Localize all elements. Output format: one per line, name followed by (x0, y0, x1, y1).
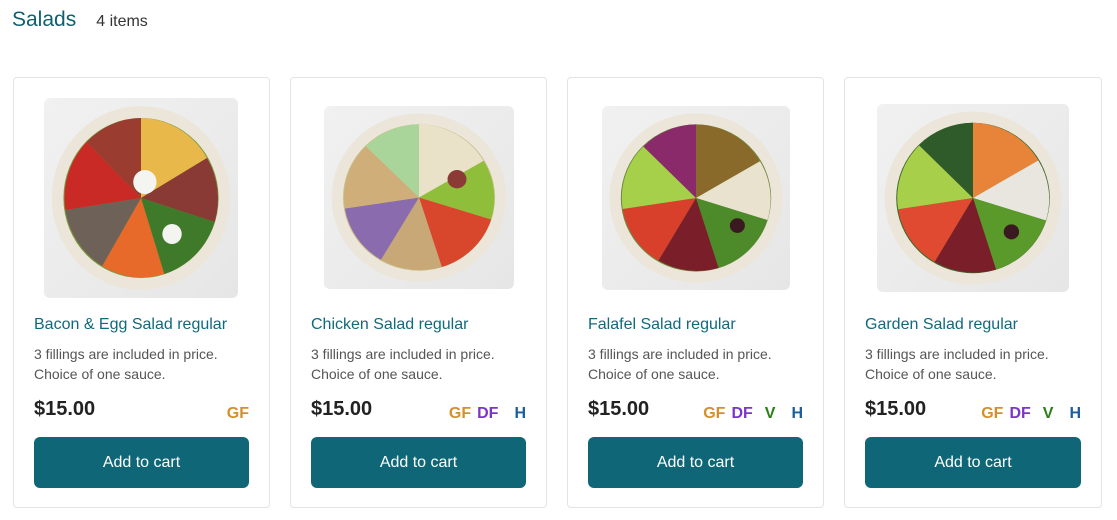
product-title[interactable]: Falafel Salad regular (588, 316, 736, 334)
add-to-cart-button[interactable]: Add to cart (34, 437, 249, 488)
product-description: 3 fillings are included in price. Choice… (311, 344, 531, 384)
badge-v: V (1042, 405, 1054, 422)
product-image[interactable] (602, 106, 790, 290)
salad-bowl-icon (884, 111, 1062, 285)
product-title[interactable]: Chicken Salad regular (311, 316, 468, 334)
badge-v: V (764, 405, 776, 422)
badge-h: H (1069, 405, 1081, 422)
product-price: $15.00 (865, 398, 927, 420)
salad-bowl-icon (609, 113, 783, 283)
dietary-badges: GF DF V H (703, 405, 803, 423)
product-price: $15.00 (588, 398, 650, 420)
product-description: 3 fillings are included in price. Choice… (34, 344, 254, 384)
description-line: 3 fillings are included in price. (34, 346, 218, 362)
badge-gf: GF (448, 405, 472, 422)
badge-df: DF (477, 405, 499, 422)
badge-gf: GF (981, 405, 1004, 422)
product-description: 3 fillings are included in price. Choice… (588, 344, 808, 384)
salad-bowl-icon (331, 113, 507, 282)
badge-h: H (514, 405, 526, 422)
description-line: 3 fillings are included in price. (311, 346, 495, 362)
description-line: Choice of one sauce. (34, 366, 166, 382)
dietary-badges: GF DF V H (981, 405, 1081, 423)
description-line: 3 fillings are included in price. (588, 346, 772, 362)
add-to-cart-button[interactable]: Add to cart (865, 437, 1081, 488)
product-card: Bacon & Egg Salad regular 3 fillings are… (13, 77, 270, 508)
product-title[interactable]: Garden Salad regular (865, 316, 1018, 334)
badge-gf: GF (226, 405, 249, 422)
product-image[interactable] (324, 106, 514, 289)
product-price: $15.00 (34, 398, 96, 420)
badge-gf: GF (703, 405, 726, 422)
section-header: Salads 4 items (12, 8, 148, 32)
add-to-cart-button[interactable]: Add to cart (588, 437, 803, 488)
salad-bowl-icon (51, 106, 231, 290)
product-card: Falafel Salad regular 3 fillings are inc… (567, 77, 824, 508)
dietary-badges: GF DF H (449, 405, 526, 423)
section-title: Salads (12, 8, 77, 31)
product-card: Garden Salad regular 3 fillings are incl… (844, 77, 1102, 508)
product-price: $15.00 (311, 398, 373, 420)
product-card: Chicken Salad regular 3 fillings are inc… (290, 77, 547, 508)
description-line: Choice of one sauce. (588, 366, 720, 382)
description-line: Choice of one sauce. (311, 366, 443, 382)
product-image[interactable] (877, 104, 1069, 292)
item-count: 4 items (96, 13, 148, 30)
badge-h: H (791, 405, 803, 422)
dietary-badges: GF (227, 405, 249, 423)
product-title[interactable]: Bacon & Egg Salad regular (34, 316, 227, 334)
badge-df: DF (1009, 405, 1031, 422)
description-line: Choice of one sauce. (865, 366, 997, 382)
add-to-cart-button[interactable]: Add to cart (311, 437, 526, 488)
description-line: 3 fillings are included in price. (865, 346, 1049, 362)
badge-df: DF (731, 405, 753, 422)
product-image[interactable] (44, 98, 238, 298)
product-description: 3 fillings are included in price. Choice… (865, 344, 1085, 384)
